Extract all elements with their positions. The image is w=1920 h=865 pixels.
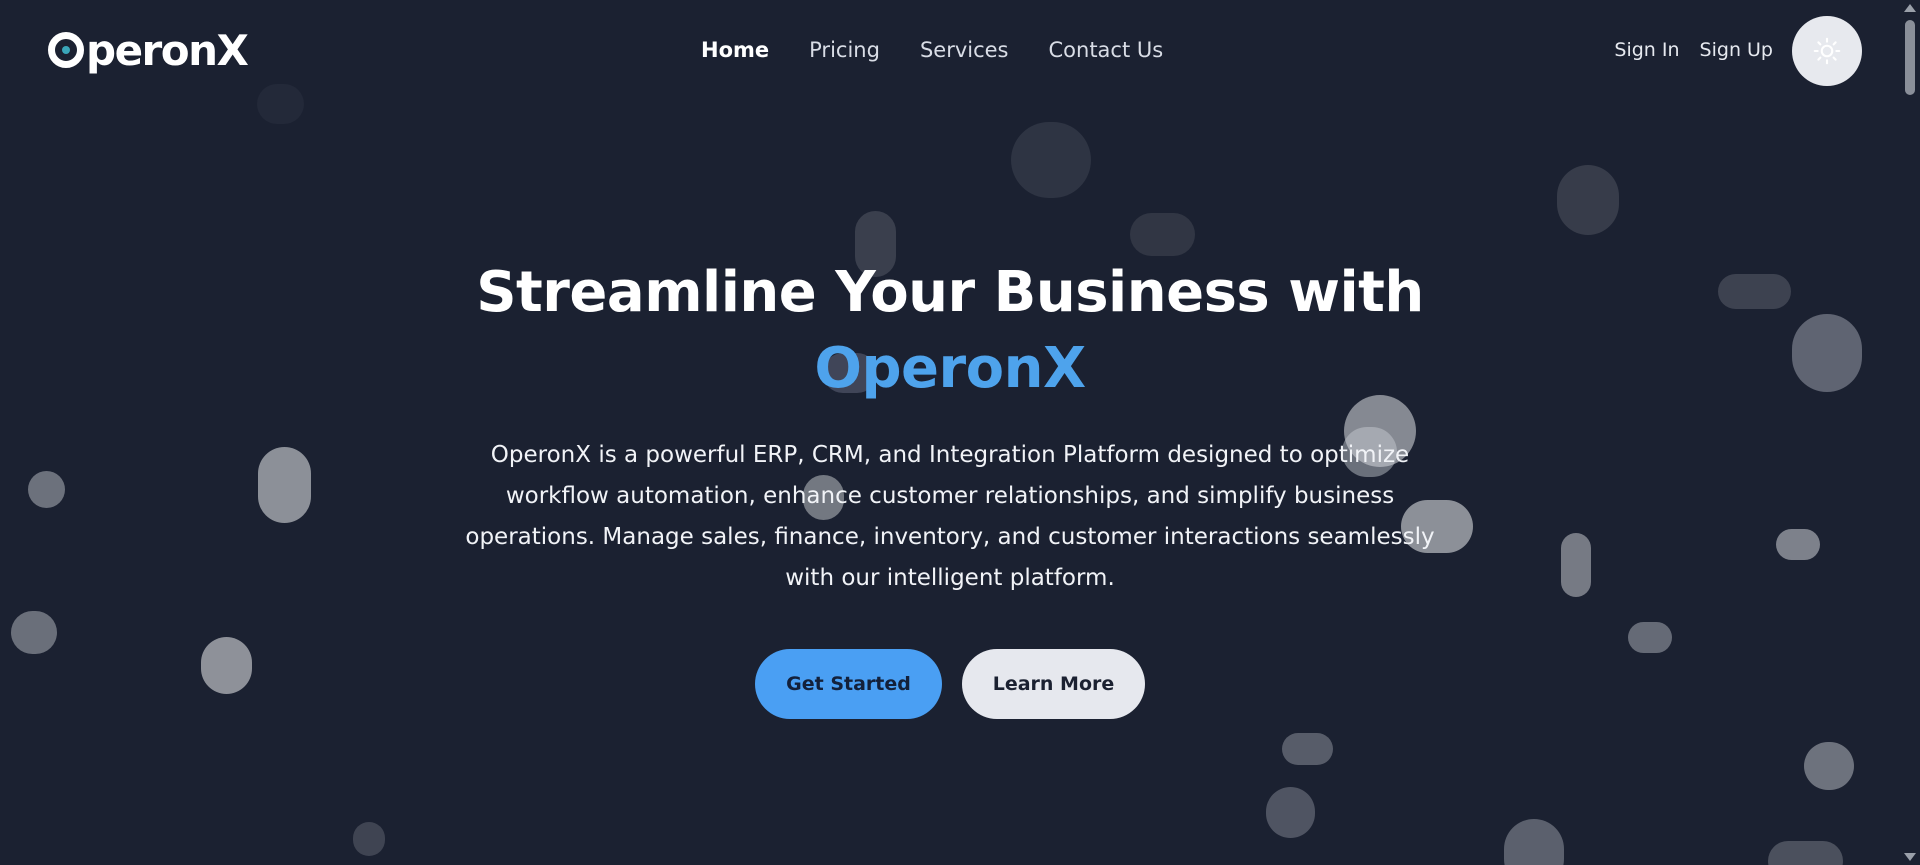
top-navbar: peronX Home Pricing Services Contact Us … [0,0,1900,104]
get-started-button[interactable]: Get Started [755,649,942,719]
theme-toggle-button[interactable] [1792,16,1862,86]
hero-description: OperonX is a powerful ERP, CRM, and Inte… [465,442,1435,591]
bg-shape [1504,819,1564,865]
nav-link-home[interactable]: Home [701,38,769,62]
nav-link-contact-us[interactable]: Contact Us [1049,38,1164,62]
vertical-scrollbar[interactable] [1900,0,1920,865]
bg-shape [1282,733,1333,765]
bg-shape [1768,841,1843,865]
hero-title-line: Streamline Your Business with [476,260,1424,325]
sign-in-link[interactable]: Sign In [1614,39,1679,61]
bg-shape [1011,122,1091,198]
scroll-down-arrow-icon[interactable] [1904,853,1916,861]
auth-links: Sign In Sign Up [1614,39,1773,61]
bg-shape [353,822,385,856]
scrollbar-thumb[interactable] [1905,20,1915,95]
sun-icon [1813,37,1841,65]
hero-section: Streamline Your Business with OperonX Op… [0,255,1900,719]
learn-more-button[interactable]: Learn More [962,649,1145,719]
bg-shape [1130,213,1195,256]
hero-title: Streamline Your Business with OperonX [0,255,1900,407]
nav-link-pricing[interactable]: Pricing [809,38,880,62]
bg-shape [1266,787,1315,838]
nav-links: Home Pricing Services Contact Us [701,38,1163,62]
bg-shape [1557,165,1619,235]
hero-actions: Get Started Learn More [0,649,1900,719]
logo-text: peronX [86,25,249,75]
scroll-up-arrow-icon[interactable] [1904,4,1916,12]
nav-link-services[interactable]: Services [920,38,1009,62]
logo-mark-icon [48,32,84,68]
bg-shape [1804,742,1854,790]
hero-title-accent: OperonX [814,336,1086,401]
logo[interactable]: peronX [48,25,249,75]
sign-up-link[interactable]: Sign Up [1700,39,1773,61]
page: peronX Home Pricing Services Contact Us … [0,0,1920,865]
